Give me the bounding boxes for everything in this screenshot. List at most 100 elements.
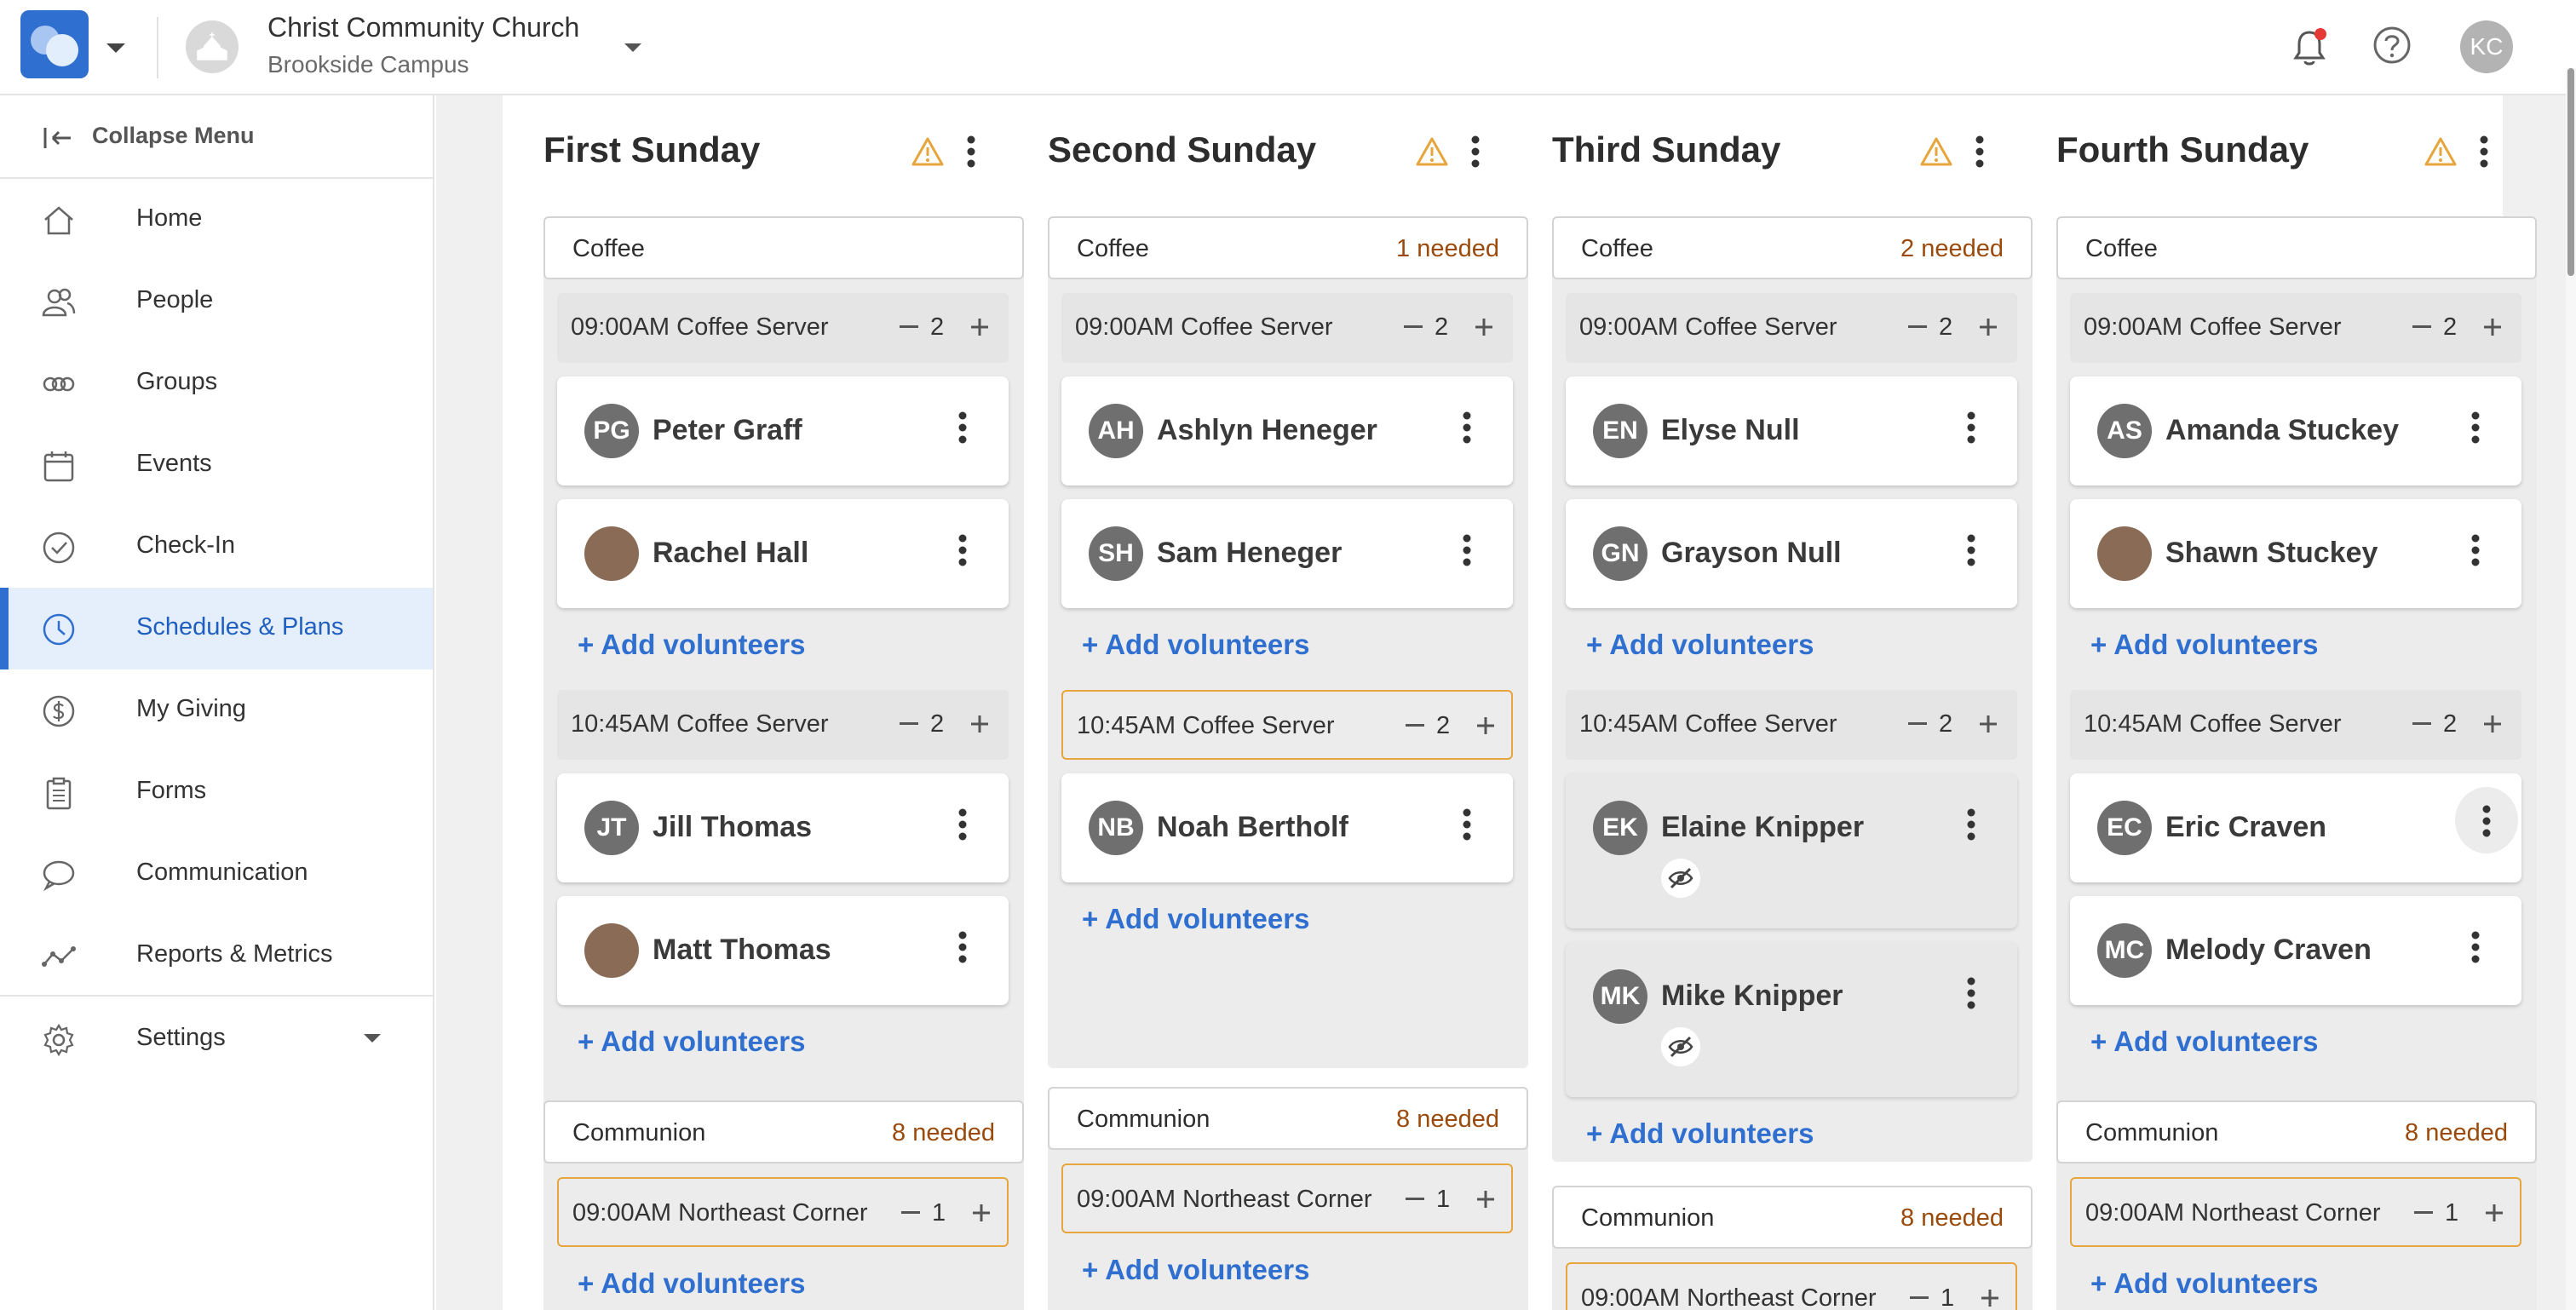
increase-button[interactable] <box>969 714 990 734</box>
volunteer-name[interactable]: Amanda Stuckey <box>2165 414 2399 447</box>
volunteer-name[interactable]: Shawn Stuckey <box>2165 537 2378 570</box>
decrease-button[interactable] <box>900 325 918 328</box>
warning-icon[interactable] <box>911 136 944 167</box>
sidebar-item-check-in[interactable]: Check-In <box>0 506 433 588</box>
volunteer-card[interactable]: EK Elaine Knipper <box>1566 773 2017 928</box>
volunteer-card[interactable]: MC Melody Craven <box>2070 896 2521 1005</box>
sidebar-item-schedules-plans[interactable]: Schedules & Plans <box>0 588 433 669</box>
volunteer-more-menu-icon[interactable] <box>2470 930 2481 964</box>
warning-icon[interactable] <box>1416 136 1448 167</box>
decrease-button[interactable] <box>1406 724 1424 727</box>
help-icon[interactable] <box>2372 26 2412 65</box>
volunteer-more-menu-icon[interactable] <box>1966 411 1976 445</box>
decrease-button[interactable] <box>1908 325 1927 328</box>
sidebar-item-communication[interactable]: Communication <box>0 833 433 915</box>
volunteer-more-menu-icon[interactable] <box>1462 533 1472 567</box>
volunteer-name[interactable]: Matt Thomas <box>653 934 831 967</box>
increase-button[interactable] <box>1474 317 1494 337</box>
app-menu-chevron-down-icon[interactable] <box>104 37 128 58</box>
column-more-menu-icon[interactable] <box>966 135 976 169</box>
decrease-button[interactable] <box>2412 325 2431 328</box>
volunteer-card[interactable]: NB Noah Bertholf <box>1061 773 1513 882</box>
increase-button[interactable] <box>1978 714 1998 734</box>
volunteer-name[interactable]: Mike Knipper <box>1661 980 1843 1013</box>
volunteer-more-menu-icon[interactable] <box>957 930 968 964</box>
add-volunteers-link[interactable]: + Add volunteers <box>1586 1118 1814 1150</box>
volunteer-more-menu-icon[interactable] <box>2455 787 2518 853</box>
add-volunteers-link[interactable]: + Add volunteers <box>2090 1026 2318 1058</box>
increase-button[interactable] <box>2484 1203 2504 1223</box>
sidebar-item-my-giving[interactable]: My Giving <box>0 669 433 751</box>
sidebar-item-events[interactable]: Events <box>0 424 433 506</box>
add-volunteers-link[interactable]: + Add volunteers <box>2090 1267 2318 1300</box>
decrease-button[interactable] <box>900 722 918 725</box>
volunteer-more-menu-icon[interactable] <box>957 807 968 842</box>
volunteer-more-menu-icon[interactable] <box>1966 807 1976 842</box>
campus-name[interactable]: Brookside Campus <box>267 51 469 78</box>
volunteer-more-menu-icon[interactable] <box>1462 807 1472 842</box>
notification-bell-icon[interactable] <box>2291 26 2331 68</box>
volunteer-name[interactable]: Grayson Null <box>1661 537 1842 570</box>
increase-button[interactable] <box>971 1203 992 1223</box>
warning-icon[interactable] <box>2424 136 2457 167</box>
church-switcher-chevron-down-icon[interactable] <box>622 39 644 56</box>
volunteer-name[interactable]: Ashlyn Heneger <box>1157 414 1377 447</box>
church-icon[interactable] <box>186 20 239 73</box>
sidebar-item-settings[interactable]: Settings <box>0 998 433 1080</box>
volunteer-card[interactable]: PG Peter Graff <box>557 376 1009 486</box>
increase-button[interactable] <box>2482 714 2503 734</box>
volunteer-name[interactable]: Jill Thomas <box>653 811 812 844</box>
collapse-menu-button[interactable]: Collapse Menu <box>0 95 433 179</box>
sidebar-item-forms[interactable]: Forms <box>0 751 433 833</box>
volunteer-name[interactable]: Sam Heneger <box>1157 537 1342 570</box>
sidebar-item-reports-metrics[interactable]: Reports & Metrics <box>0 915 433 997</box>
decrease-button[interactable] <box>2414 1211 2433 1214</box>
user-avatar[interactable]: KC <box>2460 20 2513 73</box>
app-logo-icon[interactable] <box>20 10 89 78</box>
add-volunteers-link[interactable]: + Add volunteers <box>1586 629 1814 661</box>
volunteer-name[interactable]: Elaine Knipper <box>1661 811 1864 844</box>
column-more-menu-icon[interactable] <box>1470 135 1481 169</box>
scrollbar-thumb[interactable] <box>2567 68 2574 276</box>
add-volunteers-link[interactable]: + Add volunteers <box>1082 1254 1309 1286</box>
add-volunteers-link[interactable]: + Add volunteers <box>578 629 805 661</box>
volunteer-name[interactable]: Melody Craven <box>2165 934 2372 967</box>
volunteer-card[interactable]: EN Elyse Null <box>1566 376 2017 486</box>
volunteer-card[interactable]: AH Ashlyn Heneger <box>1061 376 1513 486</box>
add-volunteers-link[interactable]: + Add volunteers <box>2090 629 2318 661</box>
column-more-menu-icon[interactable] <box>1975 135 1985 169</box>
sidebar-item-home[interactable]: Home <box>0 179 433 261</box>
add-volunteers-link[interactable]: + Add volunteers <box>1082 629 1309 661</box>
decrease-button[interactable] <box>901 1211 920 1214</box>
volunteer-more-menu-icon[interactable] <box>1966 533 1976 567</box>
volunteer-more-menu-icon[interactable] <box>957 411 968 445</box>
increase-button[interactable] <box>1475 1189 1496 1209</box>
volunteer-more-menu-icon[interactable] <box>2470 411 2481 445</box>
column-more-menu-icon[interactable] <box>2479 135 2489 169</box>
church-name[interactable]: Christ Community Church <box>267 12 579 43</box>
volunteer-card[interactable]: MK Mike Knipper <box>1566 942 2017 1097</box>
decrease-button[interactable] <box>2412 722 2431 725</box>
volunteer-name[interactable]: Peter Graff <box>653 414 802 447</box>
increase-button[interactable] <box>969 317 990 337</box>
add-volunteers-link[interactable]: + Add volunteers <box>1082 903 1309 935</box>
sidebar-item-groups[interactable]: Groups <box>0 342 433 424</box>
warning-icon[interactable] <box>1920 136 1952 167</box>
volunteer-card[interactable]: AS Amanda Stuckey <box>2070 376 2521 486</box>
sidebar-item-people[interactable]: People <box>0 261 433 342</box>
volunteer-more-menu-icon[interactable] <box>2470 533 2481 567</box>
volunteer-name[interactable]: Eric Craven <box>2165 811 2326 844</box>
increase-button[interactable] <box>2482 317 2503 337</box>
volunteer-card[interactable]: Rachel Hall <box>557 499 1009 608</box>
volunteer-card[interactable]: Matt Thomas <box>557 896 1009 1005</box>
volunteer-card[interactable]: EC Eric Craven <box>2070 773 2521 882</box>
increase-button[interactable] <box>1980 1288 2000 1308</box>
volunteer-name[interactable]: Elyse Null <box>1661 414 1800 447</box>
volunteer-name[interactable]: Rachel Hall <box>653 537 808 570</box>
decrease-button[interactable] <box>1910 1296 1929 1299</box>
decrease-button[interactable] <box>1404 325 1423 328</box>
add-volunteers-link[interactable]: + Add volunteers <box>578 1267 805 1300</box>
volunteer-name[interactable]: Noah Bertholf <box>1157 811 1348 844</box>
volunteer-card[interactable]: SH Sam Heneger <box>1061 499 1513 608</box>
decrease-button[interactable] <box>1406 1198 1424 1200</box>
